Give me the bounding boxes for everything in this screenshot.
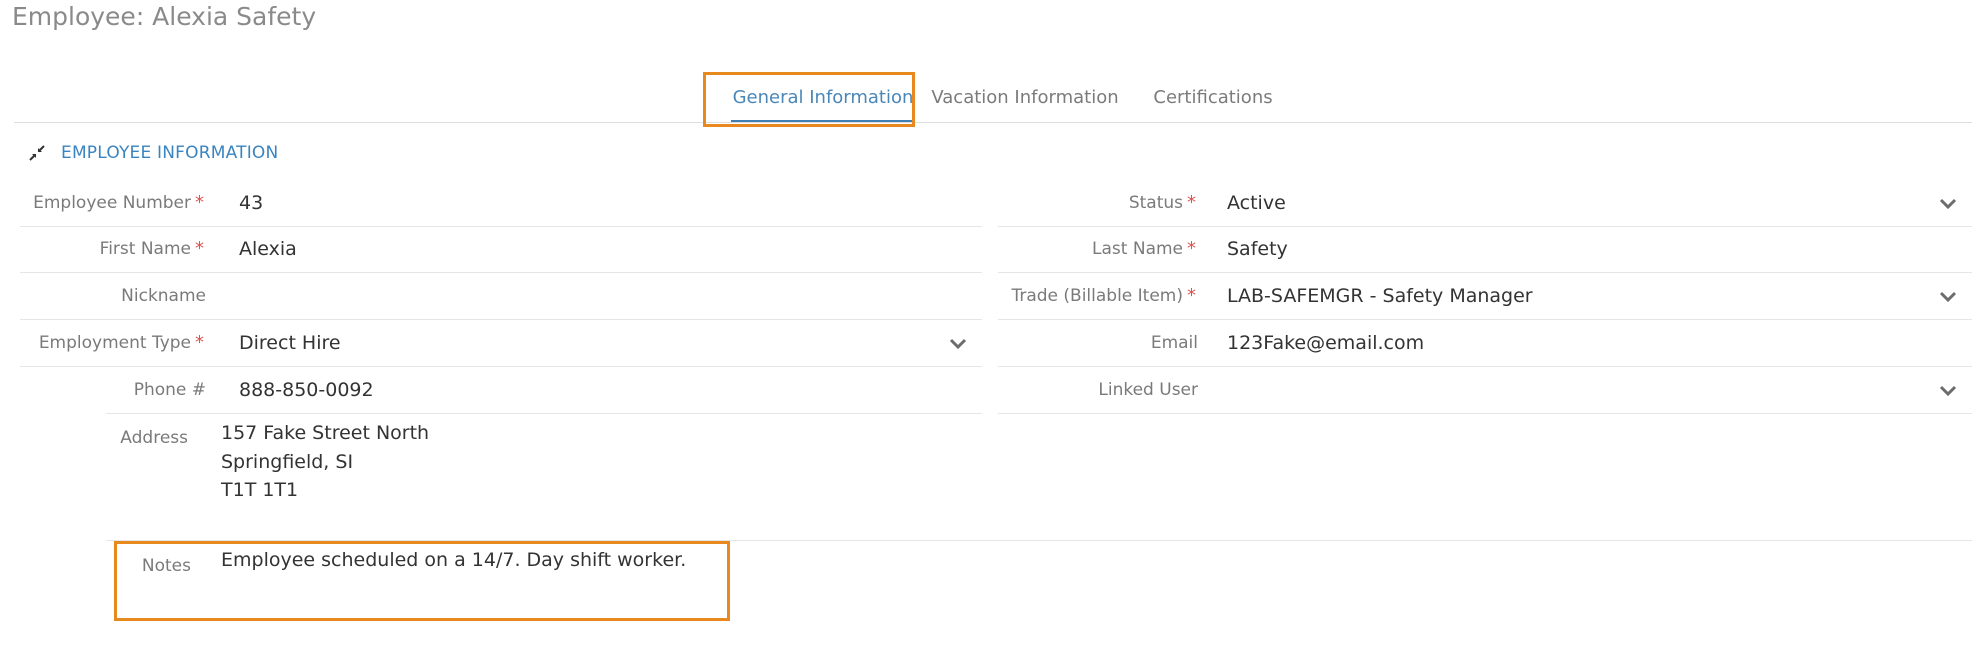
employment-type-select[interactable]: Direct Hire xyxy=(239,320,341,366)
chevron-down-icon[interactable] xyxy=(1938,194,1958,212)
status-row: Status * Active xyxy=(998,180,1972,227)
status-select[interactable]: Active xyxy=(1227,180,1286,226)
chevron-down-icon[interactable] xyxy=(948,334,968,352)
employee-number-field[interactable]: 43 xyxy=(239,180,263,226)
address-row: Address 157 Fake Street North Springfiel… xyxy=(106,416,1972,541)
first-name-label: First Name * xyxy=(99,238,204,259)
required-marker: * xyxy=(1187,238,1196,259)
address-line-1: 157 Fake Street North xyxy=(221,422,430,444)
trade-select[interactable]: LAB-SAFEMGR - Safety Manager xyxy=(1227,273,1533,319)
required-marker: * xyxy=(1187,192,1196,213)
notes-highlight-box: Notes Employee scheduled on a 14/7. Day … xyxy=(114,541,730,621)
first-name-row: First Name * Alexia xyxy=(20,226,982,273)
tab-general-information[interactable]: General Information xyxy=(727,72,919,122)
required-marker: * xyxy=(195,192,204,213)
last-name-row: Last Name * Safety xyxy=(998,226,1972,273)
nickname-field[interactable] xyxy=(239,273,959,319)
employee-number-label: Employee Number * xyxy=(33,192,204,213)
status-label: Status * xyxy=(1128,192,1196,213)
nickname-row: Nickname xyxy=(20,273,982,320)
tab-label: General Information xyxy=(732,87,914,108)
linked-user-select[interactable] xyxy=(1227,367,1907,413)
tab-label: Vacation Information xyxy=(931,87,1119,108)
address-line-2: Springfield, SI xyxy=(221,451,354,473)
employment-type-label: Employment Type * xyxy=(38,332,204,353)
address-field[interactable]: 157 Fake Street North Springfield, SI T1… xyxy=(106,416,806,526)
nickname-label: Nickname xyxy=(121,286,206,306)
required-marker: * xyxy=(1187,285,1196,306)
tab-label: Certifications xyxy=(1153,87,1273,108)
phone-row: Phone # 888-850-0092 xyxy=(106,367,982,414)
trade-row: Trade (Billable Item) * LAB-SAFEMGR - Saf… xyxy=(998,273,1972,320)
section-title: EMPLOYEE INFORMATION xyxy=(61,143,279,163)
last-name-label: Last Name * xyxy=(1092,238,1196,259)
notes-label: Notes xyxy=(141,556,191,576)
address-line-3: T1T 1T1 xyxy=(221,479,299,501)
tab-certifications[interactable]: Certifications xyxy=(1138,72,1288,122)
email-row: Email 123Fake@email.com xyxy=(998,320,1972,367)
last-name-field[interactable]: Safety xyxy=(1227,226,1288,272)
trade-label: Trade (Billable Item) * xyxy=(1011,285,1196,306)
tab-vacation-information[interactable]: Vacation Information xyxy=(928,72,1122,122)
collapse-arrows-icon xyxy=(29,145,45,161)
email-field[interactable]: 123Fake@email.com xyxy=(1227,320,1424,366)
tab-bar: General Information Vacation Information… xyxy=(14,72,1972,123)
required-marker: * xyxy=(195,332,204,353)
email-label: Email xyxy=(1150,333,1198,353)
phone-field[interactable]: 888-850-0092 xyxy=(239,367,374,413)
phone-label: Phone # xyxy=(133,380,206,400)
active-tab-underline xyxy=(731,120,915,122)
first-name-field[interactable]: Alexia xyxy=(239,226,297,272)
required-marker: * xyxy=(195,238,204,259)
employment-type-row: Employment Type * Direct Hire xyxy=(20,320,982,367)
notes-field[interactable]: Employee scheduled on a 14/7. Day shift … xyxy=(221,549,686,571)
chevron-down-icon[interactable] xyxy=(1938,381,1958,399)
employee-number-row: Employee Number * 43 xyxy=(20,180,982,227)
linked-user-row: Linked User xyxy=(998,367,1972,414)
linked-user-label: Linked User xyxy=(1098,380,1198,400)
chevron-down-icon[interactable] xyxy=(1938,287,1958,305)
employee-information-section-toggle[interactable]: EMPLOYEE INFORMATION xyxy=(28,140,278,166)
page-title: Employee: Alexia Safety xyxy=(12,2,317,31)
